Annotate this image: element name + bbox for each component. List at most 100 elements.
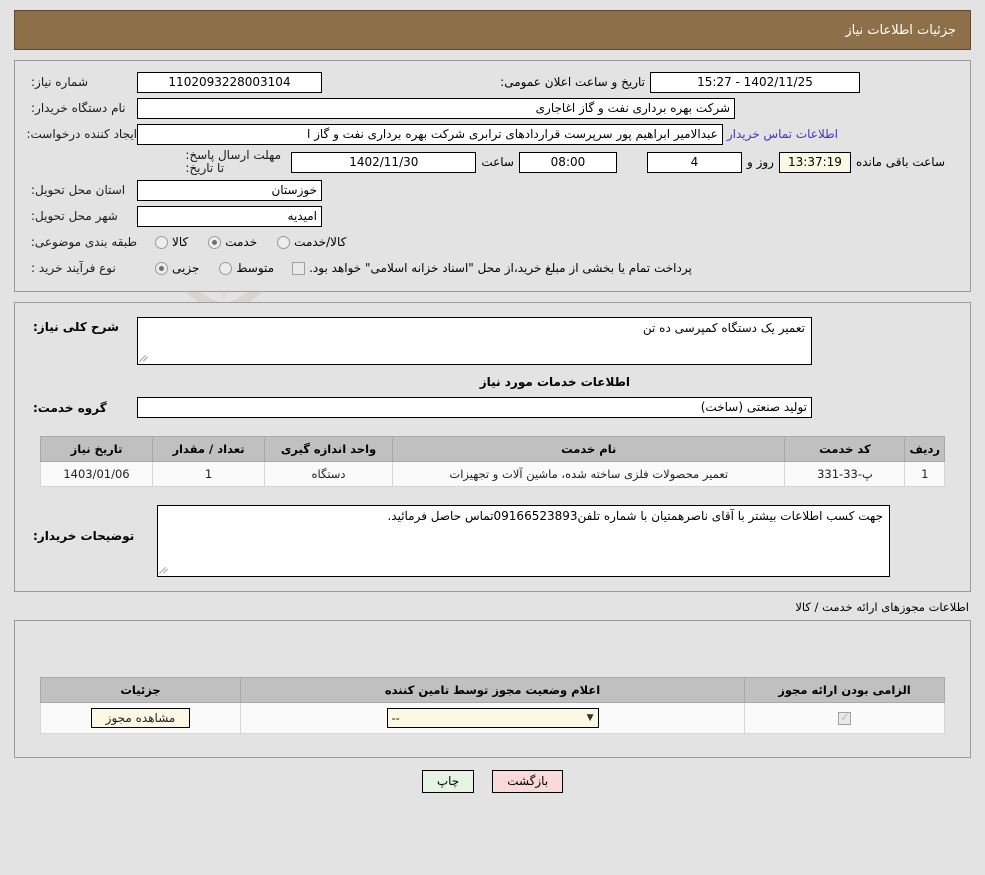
city-row: امیدیه شهر محل تحویل: (25, 205, 960, 227)
public-announce-label: تاریخ و ساعت اعلان عمومی: (500, 75, 645, 89)
col-permit-status: اعلام وضعیت مجوز توسط تامین کننده (240, 677, 745, 703)
col-permit-details: جزئیات (40, 677, 241, 703)
cell-name: تعمیر محصولات فلزی ساخته شده، ماشین آلات… (391, 461, 786, 487)
need-number-label: شماره نیاز: (31, 75, 88, 89)
service-group-value: تولید صنعتی (ساخت) (137, 397, 812, 418)
back-button[interactable]: بازگشت (492, 770, 564, 793)
classification-options: کالا/خدمت خدمت کالا (137, 235, 348, 249)
purchase-type-option-1-label: متوسط (236, 261, 275, 275)
radio-icon[interactable] (277, 235, 291, 249)
radio-icon[interactable] (219, 261, 233, 275)
permit-required-checkbox (838, 710, 851, 725)
province-value: خوزستان (137, 179, 322, 201)
public-announce-value: 15:27 - 1402/11/25 (650, 71, 860, 93)
cell-need-date: 1403/01/06 (40, 461, 153, 487)
province-row: خوزستان استان محل تحویل: (25, 179, 960, 201)
description-textarea[interactable]: تعمیر یک دستگاه کمپرسی ده تن (137, 317, 812, 365)
need-number-row: 15:27 - 1402/11/25 تاریخ و ساعت اعلان عم… (25, 71, 960, 93)
resize-grip-icon (140, 353, 150, 363)
purchase-type-option-0-label: جزیی (172, 261, 200, 275)
chevron-down-icon: ▼ (586, 713, 594, 723)
buyer-contact-link[interactable]: اطلاعات تماس خریدار (723, 127, 842, 141)
resize-grip-icon (160, 565, 170, 575)
services-panel: تعمیر یک دستگاه کمپرسی ده تن شرح کلی نیا… (14, 302, 971, 592)
classification-label: طبقه بندی موضوعی: (30, 235, 137, 249)
province-label: استان محل تحویل: (31, 183, 126, 197)
col-permit-required: الزامی بودن ارائه مجوز (744, 677, 945, 703)
permits-section-title: اطلاعات مجوزهای ارائه خدمت / کالا (795, 600, 969, 614)
radio-icon[interactable] (208, 235, 222, 249)
purchase-type-option-motevaset[interactable]: متوسط (215, 261, 276, 275)
table-row: 1 پ-33-331 تعمیر محصولات فلزی ساخته شده،… (40, 461, 945, 487)
classification-option-kala-khedmat[interactable]: کالا/خدمت (273, 235, 348, 249)
services-section-title: اطلاعات خدمات مورد نیاز (479, 375, 630, 389)
permits-table-header-row: الزامی بودن ارائه مجوز اعلام وضعیت مجوز … (40, 677, 945, 703)
description-value: تعمیر یک دستگاه کمپرسی ده تن (642, 321, 805, 335)
services-table-header-row: ردیف کد خدمت نام خدمت واحد اندازه گیری ت… (40, 436, 945, 462)
cell-permit-status: ▼ -- (240, 702, 745, 734)
purchase-type-row: پرداخت تمام یا بخشی از مبلغ خرید،از محل … (25, 257, 960, 279)
cell-code: پ-33-331 (784, 461, 906, 487)
classification-option-0-label: کالا (172, 235, 189, 249)
page-title: جزئیات اطلاعات نیاز (845, 22, 956, 38)
treasury-note: پرداخت تمام یا بخشی از مبلغ خرید،از محل … (309, 261, 692, 275)
permit-status-select[interactable]: ▼ -- (386, 708, 599, 728)
cell-permit-required (744, 702, 945, 734)
purchase-type-label: نوع فرآیند خرید : (31, 261, 116, 275)
buyer-org-row: شرکت بهره برداری نفت و گاز اغاجاری نام د… (25, 97, 960, 119)
service-group-label: گروه خدمت: (33, 400, 107, 415)
footer-buttons: بازگشت چاپ (0, 770, 985, 793)
hour-label: ساعت (481, 155, 514, 169)
classification-option-kala[interactable]: کالا (151, 235, 190, 249)
buyer-notes-textarea[interactable]: جهت کسب اطلاعات بیشتر با آقای ناصرهمتیان… (157, 505, 890, 577)
buyer-notes-label: توضیحات خریدار: (33, 529, 135, 543)
table-row: ▼ -- مشاهده مجوز (40, 702, 945, 734)
creator-label: ایجاد کننده درخواست: (26, 127, 137, 141)
print-button[interactable]: چاپ (421, 770, 475, 793)
permits-table: الزامی بودن ارائه مجوز اعلام وضعیت مجوز … (40, 677, 945, 734)
col-unit: واحد اندازه گیری (264, 436, 393, 462)
buyer-notes-row: جهت کسب اطلاعات بیشتر با آقای ناصرهمتیان… (25, 505, 960, 577)
page-root: AriaTender.net جزئیات اطلاعات نیاز 15:27… (0, 0, 985, 875)
col-index: ردیف (904, 436, 945, 462)
view-permit-button[interactable]: مشاهده مجوز (90, 707, 191, 728)
remaining-label: ساعت باقی مانده (855, 155, 945, 169)
description-label: شرح کلی نیاز: (33, 320, 119, 334)
cell-permit-details: مشاهده مجوز (40, 702, 241, 734)
deadline-time: 08:00 (518, 151, 617, 173)
city-value: امیدیه (137, 205, 322, 227)
cell-unit: دستگاه (264, 461, 393, 487)
city-label: شهر محل تحویل: (31, 209, 118, 223)
classification-option-khedmat[interactable]: خدمت (204, 235, 259, 249)
creator-value: عبدالامیر ابراهیم پور سرپرست قراردادهای … (137, 123, 723, 145)
treasury-checkbox[interactable] (292, 261, 306, 275)
page-header: جزئیات اطلاعات نیاز (14, 10, 971, 50)
service-group-row: تولید صنعتی (ساخت) گروه خدمت: (25, 397, 960, 418)
col-need-date: تاریخ نیاز (40, 436, 153, 462)
permit-status-value: -- (391, 711, 400, 725)
deadline-date: 1402/11/30 (291, 151, 477, 173)
purchase-type-options: متوسط جزیی (137, 261, 276, 275)
days-label: روز و (746, 155, 774, 169)
cell-index: 1 (904, 461, 945, 487)
col-name: نام خدمت (391, 436, 786, 462)
countdown-value: 13:37:19 (778, 151, 851, 173)
classification-option-2-label: کالا/خدمت (294, 235, 347, 249)
creator-row: اطلاعات تماس خریدار عبدالامیر ابراهیم پو… (25, 123, 960, 145)
classification-row: کالا/خدمت خدمت کالا طبقه بندی موضوعی: (25, 231, 960, 253)
permits-panel: الزامی بودن ارائه مجوز اعلام وضعیت مجوز … (14, 620, 971, 758)
description-row: تعمیر یک دستگاه کمپرسی ده تن شرح کلی نیا… (25, 317, 960, 365)
cell-quantity: 1 (152, 461, 265, 487)
col-code: کد خدمت (784, 436, 906, 462)
classification-option-1-label: خدمت (225, 235, 258, 249)
buyer-org-value: شرکت بهره برداری نفت و گاز اغاجاری (137, 97, 735, 119)
buyer-org-label: نام دستگاه خریدار: (31, 101, 126, 115)
radio-icon[interactable] (155, 235, 168, 249)
radio-icon[interactable] (155, 261, 168, 275)
days-value: 4 (646, 151, 742, 173)
need-number-value: 1102093228003104 (137, 71, 322, 93)
col-quantity: تعداد / مقدار (152, 436, 265, 462)
purchase-type-option-jozii[interactable]: جزیی (151, 261, 201, 275)
deadline-label: مهلت ارسال پاسخ: تا تاریخ: (185, 148, 282, 175)
deadline-row: ساعت باقی مانده 13:37:19 روز و 4 08:00 س… (25, 149, 960, 175)
